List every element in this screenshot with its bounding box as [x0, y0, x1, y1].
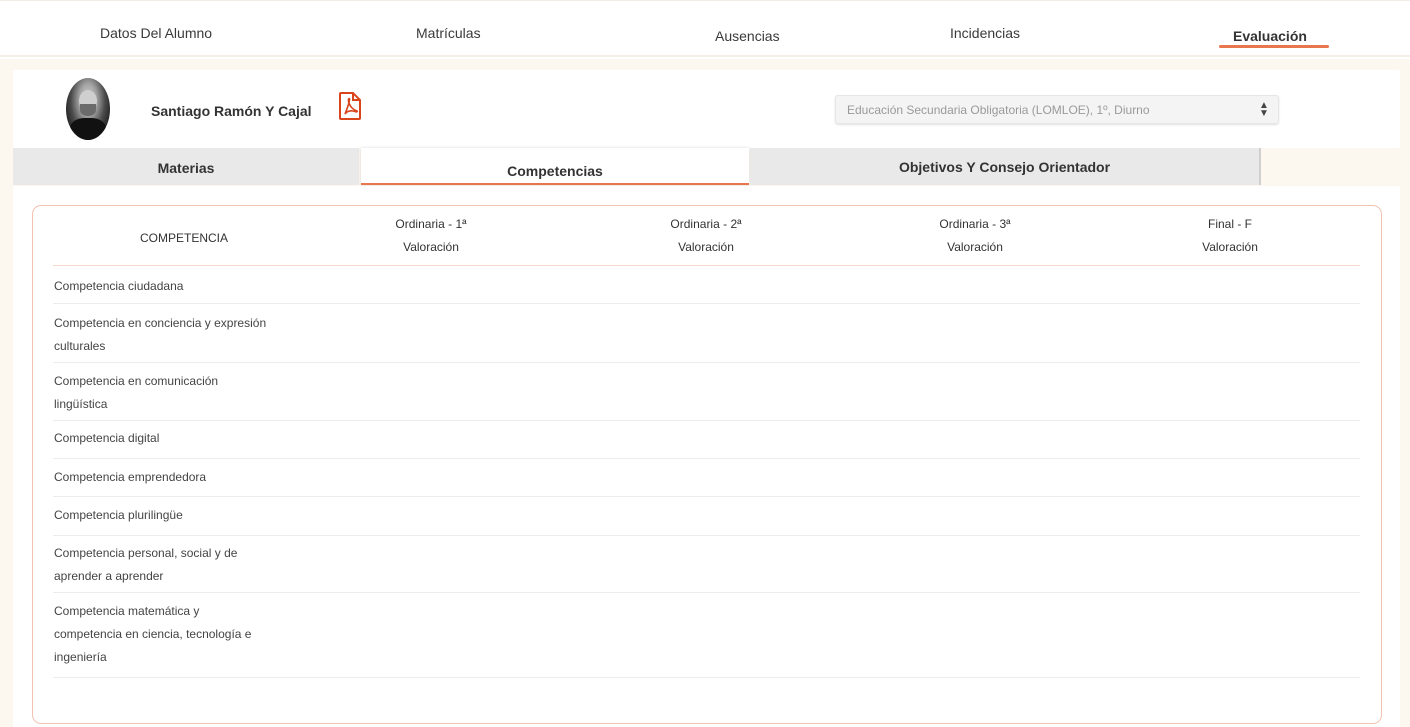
row-divider	[53, 535, 1360, 536]
header-ordinaria-3: Ordinaria - 3ª Valoración	[895, 214, 1055, 257]
nav-matriculas[interactable]: Matrículas	[416, 25, 481, 41]
row-label-cont: aprender a aprender	[54, 569, 164, 583]
row-label: Competencia matemática y	[54, 604, 200, 618]
table-header-divider	[53, 265, 1360, 266]
header-competencia: COMPETENCIA	[139, 231, 228, 245]
top-navigation: Datos Del Alumno Matrículas Ausencias In…	[0, 0, 1410, 57]
header-final-sub: Valoración	[1202, 240, 1258, 254]
row-divider	[53, 458, 1360, 459]
header-ordinaria-2: Ordinaria - 2ª Valoración	[626, 214, 786, 257]
row-divider	[53, 420, 1360, 421]
tab-materias-label: Materias	[157, 160, 215, 176]
table-row: Competencia plurilingüe	[54, 504, 344, 527]
row-label-cont: ingeniería	[54, 650, 107, 664]
header-final: Final - F Valoración	[1150, 214, 1310, 257]
nav-evaluacion[interactable]: Evaluación	[1233, 28, 1307, 44]
header-ordinaria-1-sub: Valoración	[403, 240, 459, 254]
header-ordinaria-3-title: Ordinaria - 3ª	[939, 217, 1011, 231]
row-label: Competencia en conciencia y expresión	[54, 316, 267, 330]
tab-competencias-label: Competencias	[507, 163, 603, 179]
nav-incidencias[interactable]: Incidencias	[950, 25, 1020, 41]
table-row: Competencia ciudadana	[54, 275, 344, 298]
table-row: Competencia emprendedora	[54, 466, 344, 489]
select-sort-icon: ▲ ▼	[1259, 100, 1269, 119]
nav-datos-del-alumno[interactable]: Datos Del Alumno	[100, 25, 212, 41]
active-nav-indicator	[1219, 45, 1329, 48]
header-ordinaria-2-sub: Valoración	[678, 240, 734, 254]
header-ordinaria-1-title: Ordinaria - 1ª	[395, 217, 467, 231]
table-row: Competencia en comunicación lingüística	[54, 370, 344, 416]
header-ordinaria-1: Ordinaria - 1ª Valoración	[351, 214, 511, 257]
table-row: Competencia personal, social y de aprend…	[54, 542, 344, 588]
row-label-cont: culturales	[54, 339, 106, 353]
tab-objetivos[interactable]: Objetivos Y Consejo Orientador	[750, 148, 1261, 185]
header-final-title: Final - F	[1207, 217, 1252, 231]
header-ordinaria-2-title: Ordinaria - 2ª	[670, 217, 742, 231]
table-row: Competencia digital	[54, 427, 344, 450]
row-label-cont: lingüística	[54, 397, 108, 411]
student-avatar	[66, 78, 110, 140]
row-divider	[53, 496, 1360, 497]
row-label: Competencia emprendedora	[54, 470, 207, 484]
row-label: Competencia digital	[54, 431, 160, 445]
table-row: Competencia matemática y competencia en …	[54, 600, 344, 669]
tab-competencias[interactable]: Competencias	[361, 148, 749, 185]
row-label: Competencia plurilingüe	[54, 508, 183, 522]
tab-materias[interactable]: Materias	[13, 148, 359, 185]
enrollment-select[interactable]: Educación Secundaria Obligatoria (LOMLOE…	[835, 95, 1279, 124]
student-name: Santiago Ramón Y Cajal	[151, 103, 312, 119]
row-label: Competencia ciudadana	[54, 279, 184, 293]
header-ordinaria-3-sub: Valoración	[947, 240, 1003, 254]
row-divider	[53, 362, 1360, 363]
row-label: Competencia personal, social y de	[54, 546, 238, 560]
table-row: Competencia en conciencia y expresión cu…	[54, 312, 344, 358]
active-tab-indicator	[361, 183, 749, 185]
row-divider	[53, 303, 1360, 304]
row-divider	[53, 677, 1360, 678]
row-label: Competencia en comunicación	[54, 374, 219, 388]
enrollment-select-value: Educación Secundaria Obligatoria (LOMLOE…	[847, 103, 1150, 117]
row-label-cont: competencia en ciencia, tecnología e	[54, 627, 252, 641]
tab-objetivos-label: Objetivos Y Consejo Orientador	[898, 159, 1111, 175]
pdf-file-icon[interactable]	[338, 92, 362, 120]
nav-ausencias[interactable]: Ausencias	[715, 28, 780, 44]
row-divider	[53, 592, 1360, 593]
